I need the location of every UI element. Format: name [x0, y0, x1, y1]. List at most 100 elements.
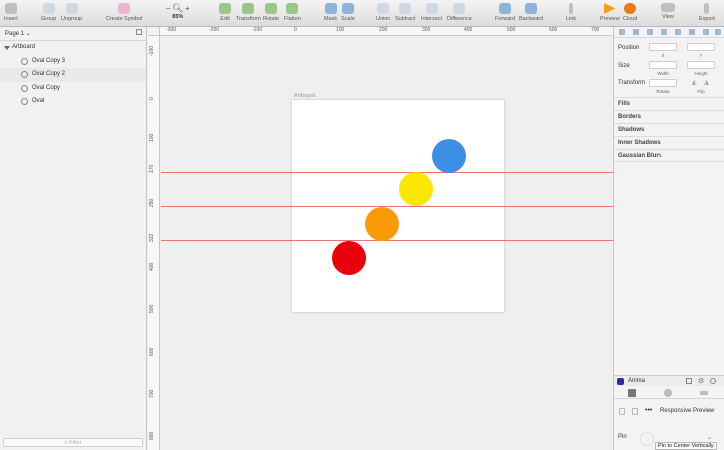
flip-vertical-icon[interactable]: ◮: [704, 79, 709, 86]
ruler-label: 600: [549, 27, 558, 33]
insert-button[interactable]: Insert: [4, 3, 18, 22]
link-tab-icon[interactable]: [664, 389, 672, 397]
distribute-horizontal-icon[interactable]: [703, 29, 709, 35]
magnifier-icon: 🔍︎: [171, 3, 184, 13]
transform-button[interactable]: Transform: [236, 3, 261, 22]
union-button[interactable]: Union: [376, 3, 390, 22]
preview-button[interactable]: Preview: [600, 3, 620, 22]
align-top-icon[interactable]: [661, 29, 667, 35]
intersect-button[interactable]: Intersect: [421, 3, 442, 22]
layer-oval[interactable]: Oval: [0, 95, 146, 109]
align-right-icon[interactable]: [647, 29, 653, 35]
more-icon[interactable]: •••: [645, 407, 652, 414]
align-bottom-icon[interactable]: [689, 29, 695, 35]
oval-copy-2-shape[interactable]: [399, 172, 433, 206]
device-icon[interactable]: [632, 408, 638, 415]
subtract-button[interactable]: Subtract: [395, 3, 415, 22]
forward-button[interactable]: Forward: [495, 3, 515, 22]
backward-button[interactable]: Backward: [519, 3, 543, 22]
width-label: Width: [657, 71, 669, 76]
cloud-button[interactable]: Cloud: [623, 3, 637, 22]
ruler-corner[interactable]: [148, 27, 160, 36]
distribute-vertical-icon[interactable]: [715, 29, 721, 35]
panel-toggle-icon[interactable]: [686, 378, 692, 384]
zoom-in-button[interactable]: +: [185, 4, 190, 13]
create-symbol-button[interactable]: Create Symbol: [106, 3, 142, 22]
group-button[interactable]: Group: [41, 3, 56, 22]
ungroup-button[interactable]: Ungroup: [61, 3, 82, 22]
y-label: Y: [699, 53, 703, 58]
mask-button[interactable]: Mask: [324, 3, 337, 22]
rotate-field[interactable]: [649, 79, 677, 87]
oval-icon: [21, 98, 28, 105]
scale-icon: [341, 3, 354, 14]
gaussian-blur-section[interactable]: Gaussian Blur ⇅: [614, 149, 724, 162]
layer-oval-copy[interactable]: Oval Copy: [0, 82, 146, 96]
backward-icon: [525, 3, 538, 14]
x-field[interactable]: [649, 43, 677, 51]
ruler-label: 0: [149, 97, 155, 100]
position-label: Position: [618, 45, 640, 51]
width-field[interactable]: [649, 61, 677, 69]
device-icon[interactable]: [619, 408, 625, 415]
chevron-updown-icon[interactable]: ⇅: [658, 153, 662, 159]
layer-oval-copy-3[interactable]: Oval Copy 3: [0, 55, 146, 69]
union-icon: [377, 3, 390, 14]
anima-header: Anima ⚙︎: [614, 375, 724, 386]
toolbar: Insert Group Ungroup Create Symbol – 🔍︎ …: [0, 0, 724, 27]
filter-input[interactable]: ⌕ Filter: [3, 438, 143, 447]
flip-horizontal-icon[interactable]: ◭: [692, 79, 697, 86]
play-icon: [603, 3, 616, 14]
scale-button[interactable]: Scale: [341, 3, 355, 22]
search-icon: ⌕: [64, 440, 68, 446]
horizontal-ruler[interactable]: -300 -200 -100 0 100 200 300 400 500 600…: [160, 27, 613, 36]
pin-control-icon[interactable]: [640, 432, 654, 446]
align-center-icon[interactable]: [633, 29, 639, 35]
difference-button[interactable]: Difference: [447, 3, 472, 22]
ruler-label: -300: [166, 27, 177, 33]
cloud-icon: [624, 3, 637, 14]
y-field[interactable]: [687, 43, 715, 51]
horizontal-guide[interactable]: [161, 172, 613, 173]
inner-shadows-section[interactable]: Inner Shadows: [614, 136, 724, 149]
ruler-label: 100: [149, 133, 155, 142]
ruler-label: 500: [149, 304, 155, 313]
rotate-button[interactable]: Rotate: [263, 3, 279, 22]
view-button[interactable]: View: [661, 3, 675, 20]
add-page-icon[interactable]: [136, 29, 142, 35]
artboard-title[interactable]: Artboard: [294, 93, 315, 99]
link-button[interactable]: Link: [566, 3, 576, 22]
oval-shape[interactable]: [332, 241, 366, 275]
page-selector[interactable]: Page 1 ⌄: [5, 30, 31, 37]
export-button[interactable]: Export: [699, 3, 715, 22]
shadows-section[interactable]: Shadows: [614, 123, 724, 136]
vertical-ruler[interactable]: -100 0 100 170 250 332 400 500 600 700 8…: [148, 36, 160, 450]
edit-button[interactable]: Edit: [219, 3, 231, 22]
ungroup-icon: [65, 3, 78, 14]
responsive-preview-row[interactable]: ••• Responsive Preview: [614, 407, 724, 417]
chevron-down-icon[interactable]: ⌄: [707, 434, 712, 441]
ruler-label: 700: [591, 27, 600, 33]
canvas[interactable]: Artboard: [161, 37, 613, 450]
gear-icon[interactable]: ⚙︎: [698, 377, 704, 385]
zoom-out-button[interactable]: –: [166, 4, 170, 13]
plus-icon: [4, 3, 17, 14]
align-middle-icon[interactable]: [675, 29, 681, 35]
oval-copy-3-shape[interactable]: [432, 139, 466, 173]
layer-artboard[interactable]: Artboard: [0, 41, 146, 55]
zoom-control[interactable]: – 🔍︎ + 85%: [166, 3, 190, 20]
flatten-button[interactable]: Flatten: [284, 3, 301, 22]
layers-panel: Page 1 ⌄ Artboard Oval Copy 3 Oval Copy …: [0, 27, 147, 450]
ruler-label: 200: [379, 27, 388, 33]
borders-section[interactable]: Borders: [614, 110, 724, 123]
fills-section[interactable]: Fills: [614, 97, 724, 110]
ruler-label: 600: [149, 347, 155, 356]
layer-oval-copy-2[interactable]: Oval Copy 2: [0, 68, 146, 82]
disclosure-triangle-icon[interactable]: [4, 46, 10, 50]
align-left-icon[interactable]: [619, 29, 625, 35]
close-icon[interactable]: [710, 378, 716, 384]
oval-copy-shape[interactable]: [365, 207, 399, 241]
layout-tab-icon[interactable]: [628, 389, 636, 397]
height-field[interactable]: [687, 61, 715, 69]
resize-tab-icon[interactable]: [700, 391, 708, 395]
